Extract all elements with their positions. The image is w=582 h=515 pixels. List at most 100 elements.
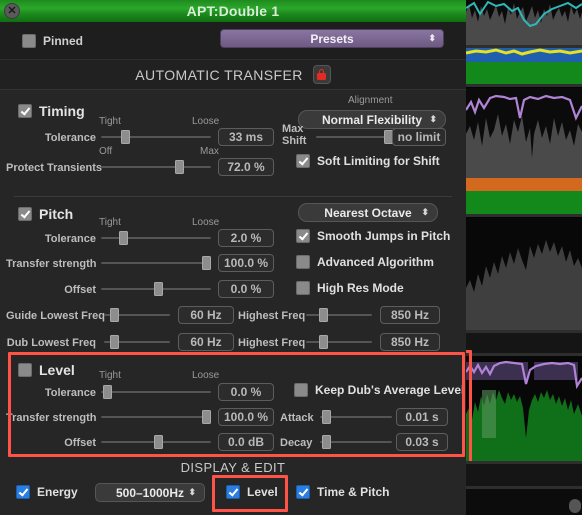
level-tolerance-value[interactable]: 0.0 % (218, 383, 274, 401)
pitch-enable-group[interactable]: Pitch (18, 206, 73, 222)
pinned-label: Pinned (43, 33, 84, 48)
dub-highest-freq-label: Highest Freq (238, 337, 306, 349)
decay-label: Decay (280, 437, 313, 449)
decay-value[interactable]: 0.03 s (396, 433, 448, 451)
display-level-label: Level (247, 485, 278, 499)
level-tolerance-max-label: Loose (192, 370, 220, 381)
time-pitch-label: Time & Pitch (317, 485, 390, 499)
advanced-algorithm-row[interactable]: Advanced Algorithm (296, 255, 434, 269)
timing-checkbox[interactable] (18, 104, 32, 118)
pitch-offset-slider[interactable] (101, 281, 211, 297)
waveform-track-2[interactable] (466, 88, 582, 178)
max-shift-slider[interactable] (316, 129, 394, 145)
pitch-checkbox[interactable] (18, 207, 32, 221)
level-checkbox[interactable] (18, 363, 32, 377)
energy-label: Energy (37, 485, 78, 499)
pitch-mode-value: Nearest Octave (324, 205, 412, 220)
track-2-orange-band[interactable] (466, 178, 582, 191)
pitch-section: Pitch Nearest Octave ⬍ Tight Loose Toler… (0, 200, 466, 351)
soft-limiting-checkbox[interactable] (296, 154, 310, 168)
pitch-offset-value[interactable]: 0.0 % (218, 280, 274, 298)
high-res-mode-row[interactable]: High Res Mode (296, 281, 404, 295)
display-level-checkbox[interactable] (226, 485, 240, 499)
protect-min-label: Off (99, 146, 113, 157)
guide-highest-freq-label: Highest Freq (238, 310, 306, 322)
close-icon[interactable]: ✕ (4, 3, 20, 19)
dub-lowest-freq-slider[interactable] (104, 334, 170, 350)
keep-dubs-average-row[interactable]: Keep Dub's Average Level (294, 383, 464, 397)
apt-plugin-panel: ✕ APT:Double 1 Pinned Presets ⬍ AUTOMATI… (0, 0, 466, 515)
advanced-algorithm-checkbox[interactable] (296, 255, 310, 269)
level-enable-group[interactable]: Level (18, 362, 75, 378)
pitch-tolerance-slider[interactable] (101, 230, 211, 246)
waveform-track-3[interactable] (466, 218, 582, 330)
soft-limiting-row[interactable]: Soft Limiting for Shift (296, 154, 440, 168)
dub-highest-freq-slider[interactable] (306, 334, 372, 350)
level-transfer-slider[interactable] (101, 409, 211, 425)
protect-transients-value[interactable]: 72.0 % (218, 158, 274, 176)
pitch-transfer-label: Transfer strength (6, 258, 97, 270)
level-section: Level Tight Loose Tolerance 0.0 % Keep D… (0, 352, 466, 457)
pinned-toggle[interactable]: Pinned (22, 33, 84, 48)
waveform-strip[interactable] (466, 0, 582, 515)
max-shift-label-line1: Max (282, 123, 304, 135)
dub-highest-freq-value[interactable]: 850 Hz (380, 333, 440, 351)
timing-enable-group[interactable]: Timing (18, 103, 85, 119)
high-res-mode-checkbox[interactable] (296, 281, 310, 295)
keep-dubs-average-checkbox[interactable] (294, 383, 308, 397)
energy-checkbox[interactable] (16, 485, 30, 499)
empty-lane-1[interactable] (466, 333, 582, 353)
smooth-jumps-checkbox[interactable] (296, 229, 310, 243)
high-res-mode-label: High Res Mode (317, 281, 404, 295)
pitch-transfer-value[interactable]: 100.0 % (218, 254, 274, 272)
empty-lane-3[interactable] (466, 489, 582, 515)
track-1-green-band[interactable] (466, 62, 582, 84)
timing-tolerance-value[interactable]: 33 ms (218, 128, 274, 146)
pitch-transfer-slider[interactable] (101, 255, 211, 271)
toolbar-row: Pinned Presets ⬍ (0, 22, 466, 60)
automatic-transfer-header: AUTOMATIC TRANSFER (0, 60, 466, 90)
smooth-jumps-row[interactable]: Smooth Jumps in Pitch (296, 229, 450, 243)
level-tolerance-slider[interactable] (101, 384, 211, 400)
timing-tolerance-slider[interactable] (101, 129, 211, 145)
energy-toggle[interactable]: Energy (16, 485, 78, 499)
guide-lowest-freq-value[interactable]: 60 Hz (178, 306, 234, 324)
scrollbar-thumb[interactable] (569, 499, 581, 513)
protect-max-label: Max (200, 146, 219, 157)
guide-lowest-freq-slider[interactable] (104, 307, 170, 323)
dub-lowest-freq-label: Dub Lowest Freq (6, 337, 96, 349)
lock-button[interactable] (312, 65, 331, 84)
pitch-tolerance-value[interactable]: 2.0 % (218, 229, 274, 247)
presets-button[interactable]: Presets ⬍ (220, 29, 444, 48)
timing-pitch-divider (14, 196, 452, 197)
chevron-updown-icon: ⬍ (429, 114, 437, 124)
waveform-track-1[interactable] (466, 0, 582, 45)
time-pitch-checkbox[interactable] (296, 485, 310, 499)
time-pitch-toggle[interactable]: Time & Pitch (296, 485, 389, 499)
guide-highest-freq-value[interactable]: 850 Hz (380, 306, 440, 324)
track-1-yellow-curve (466, 48, 582, 56)
display-level-toggle[interactable]: Level (226, 485, 278, 499)
band-dropdown[interactable]: 500–1000Hz ⬍ (95, 483, 205, 502)
decay-slider[interactable] (320, 434, 392, 450)
level-offset-slider[interactable] (101, 434, 211, 450)
attack-value[interactable]: 0.01 s (396, 408, 448, 426)
pitch-offset-label: Offset (64, 284, 96, 296)
dub-lowest-freq-value[interactable]: 60 Hz (178, 333, 234, 351)
timing-tolerance-label: Tolerance (44, 132, 96, 144)
band-value: 500–1000Hz (115, 485, 185, 500)
up-down-arrows-icon: ⬍ (428, 33, 436, 43)
max-shift-value[interactable]: no limit (392, 128, 446, 146)
guide-highest-freq-slider[interactable] (306, 307, 372, 323)
attack-slider[interactable] (320, 409, 392, 425)
pitch-mode-dropdown[interactable]: Nearest Octave ⬍ (298, 203, 438, 222)
waveform-track-4[interactable] (466, 356, 582, 461)
level-transfer-value[interactable]: 100.0 % (218, 408, 274, 426)
track-2-green-band[interactable] (466, 191, 582, 214)
alignment-dropdown[interactable]: Normal Flexibility ⬍ (298, 110, 446, 129)
protect-transients-slider[interactable] (101, 159, 211, 175)
pinned-checkbox[interactable] (22, 33, 36, 48)
level-offset-value[interactable]: 0.0 dB (218, 433, 274, 451)
automatic-transfer-title: AUTOMATIC TRANSFER (135, 66, 303, 83)
empty-lane-2[interactable] (466, 464, 582, 486)
